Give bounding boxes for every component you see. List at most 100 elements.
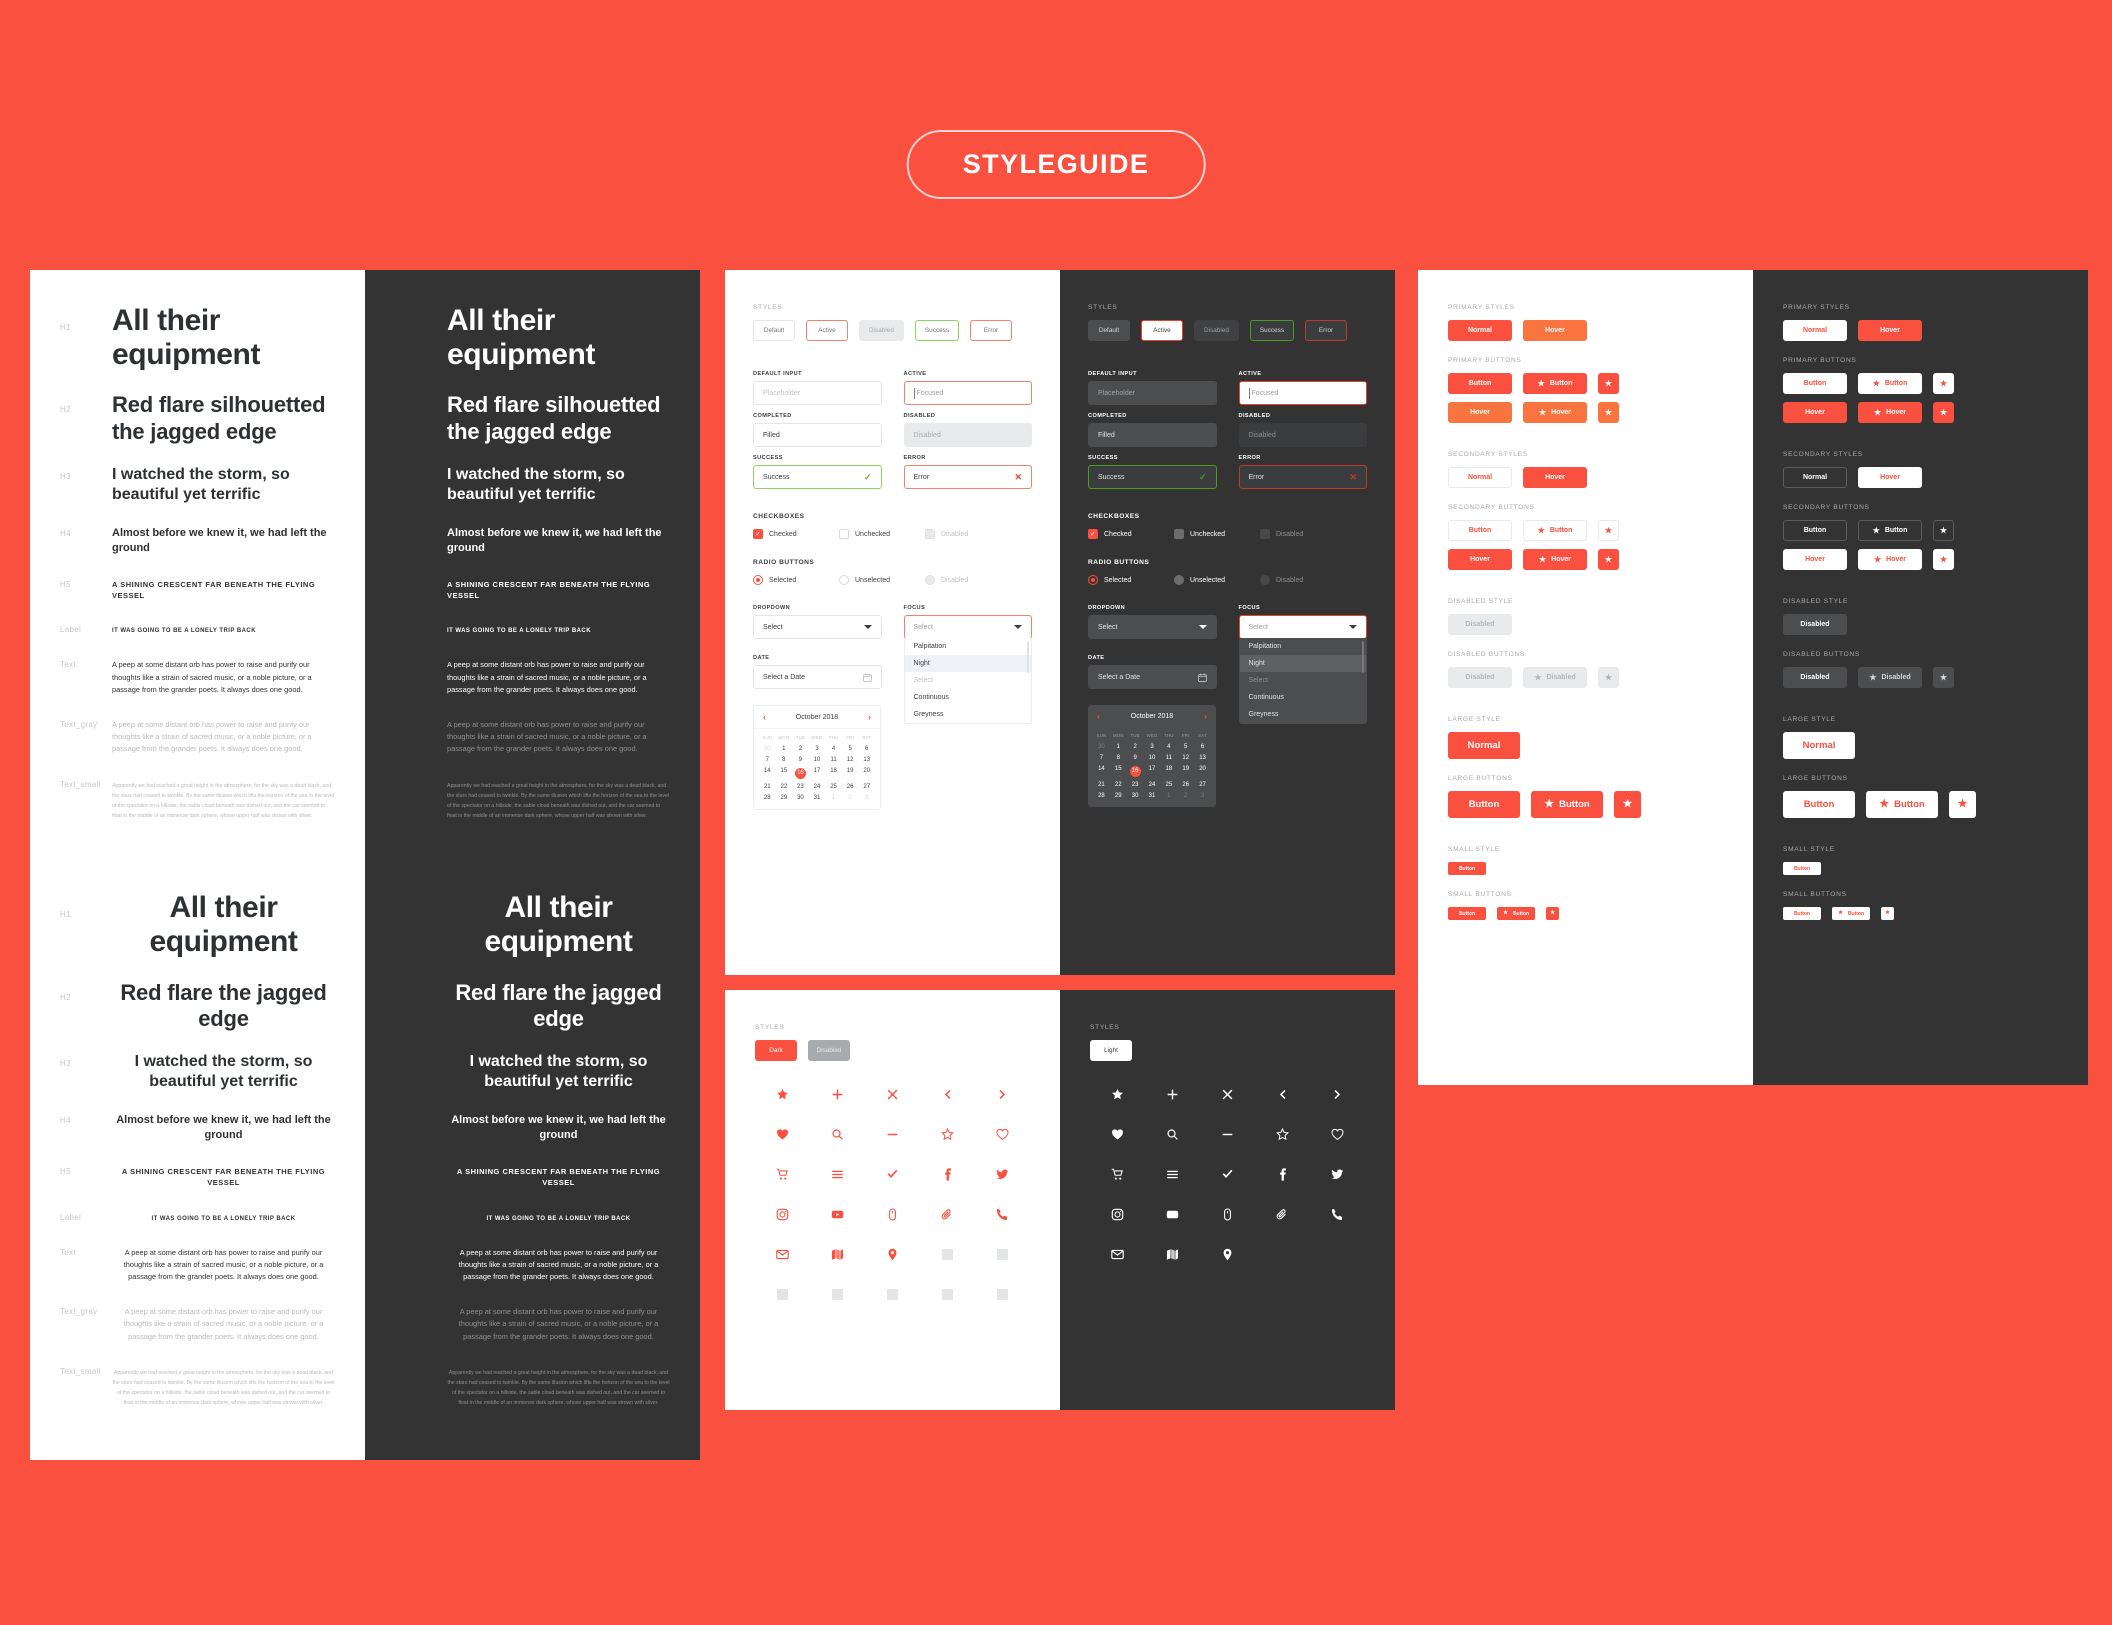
primary-normal-button[interactable]: Normal bbox=[1783, 320, 1847, 341]
search-icon[interactable] bbox=[810, 1127, 865, 1141]
paperclip-icon[interactable] bbox=[1255, 1207, 1310, 1221]
calendar-day[interactable]: 5 bbox=[1177, 741, 1194, 752]
twitter-icon[interactable] bbox=[975, 1167, 1030, 1181]
dropdown-options-list[interactable]: Palpitation Night Select Continuous Greyness bbox=[1238, 638, 1367, 724]
large-normal-button[interactable]: Normal bbox=[1783, 732, 1855, 759]
calendar-day[interactable]: 20 bbox=[858, 765, 875, 781]
calendar-day[interactable]: 17 bbox=[1144, 763, 1161, 779]
focus-dropdown-select[interactable]: Select bbox=[903, 615, 1032, 639]
star-filled-icon[interactable] bbox=[755, 1087, 810, 1101]
large-button-with-star[interactable]: ★ Button bbox=[1531, 791, 1603, 818]
default-input[interactable]: Placeholder bbox=[1088, 381, 1217, 405]
star-filled-icon[interactable] bbox=[1090, 1087, 1145, 1101]
dropdown-option[interactable]: Greyness bbox=[905, 706, 1032, 723]
phone-icon[interactable] bbox=[975, 1207, 1030, 1221]
small-button[interactable]: Button bbox=[1448, 907, 1486, 920]
mouse-icon[interactable] bbox=[1200, 1207, 1255, 1221]
dropdown-option[interactable]: Continuous bbox=[1240, 689, 1367, 706]
calendar-widget[interactable]: ‹ October 2018 › SUN MON TUE WED THU FRI SAT 30… bbox=[1088, 705, 1216, 807]
mail-icon[interactable] bbox=[755, 1247, 810, 1261]
map-icon[interactable] bbox=[810, 1247, 865, 1261]
heart-filled-icon[interactable] bbox=[1090, 1127, 1145, 1141]
large-button-with-star[interactable]: ★ Button bbox=[1866, 791, 1938, 818]
calendar-day[interactable]: 22 bbox=[776, 781, 793, 792]
radio-unselected[interactable]: Unselected bbox=[839, 575, 925, 585]
calendar-day[interactable]: 13 bbox=[858, 754, 875, 765]
secondary-icon-button[interactable]: ★ bbox=[1598, 520, 1619, 541]
secondary-hover-button-with-star[interactable]: ★ Hover bbox=[1523, 549, 1587, 570]
calendar-day[interactable]: 15 bbox=[776, 765, 793, 781]
primary-button-with-star[interactable]: ★ Button bbox=[1523, 373, 1587, 394]
primary-hover-button[interactable]: Hover bbox=[1783, 402, 1847, 423]
chevron-right-icon[interactable] bbox=[975, 1087, 1030, 1101]
chip-error[interactable]: Error bbox=[970, 320, 1013, 341]
large-icon-button[interactable]: ★ bbox=[1949, 791, 1976, 818]
calendar-day[interactable]: 26 bbox=[842, 781, 859, 792]
completed-input[interactable]: Filled bbox=[753, 423, 882, 447]
minus-icon[interactable] bbox=[1200, 1127, 1255, 1141]
large-icon-button[interactable]: ★ bbox=[1614, 791, 1641, 818]
cart-icon[interactable] bbox=[755, 1167, 810, 1181]
calendar-day[interactable]: 26 bbox=[1177, 779, 1194, 790]
radio-unselected[interactable]: Unselected bbox=[1174, 575, 1260, 585]
dropdown-options-list[interactable]: Palpitation Night Select Continuous Greyness bbox=[903, 638, 1032, 724]
primary-hover-button-with-star[interactable]: ★ Hover bbox=[1523, 402, 1587, 423]
chip-active[interactable]: Active bbox=[1141, 320, 1183, 341]
calendar-day[interactable]: 29 bbox=[1110, 790, 1127, 801]
calendar-day[interactable]: 4 bbox=[825, 743, 842, 754]
secondary-hover-button[interactable]: Hover bbox=[1858, 467, 1922, 488]
instagram-icon[interactable] bbox=[755, 1207, 810, 1221]
calendar-day[interactable]: 14 bbox=[1093, 763, 1110, 779]
checkbox-unchecked[interactable]: Unchecked bbox=[1174, 529, 1260, 539]
calendar-prev-icon[interactable]: ‹ bbox=[763, 712, 766, 722]
checkbox-checked[interactable]: ✓ Checked bbox=[1088, 529, 1174, 539]
chip-light[interactable]: Light bbox=[1090, 1040, 1132, 1061]
calendar-widget[interactable]: ‹ October 2018 › SUN MON TUE WED THU FRI SAT 30… bbox=[753, 705, 881, 810]
calendar-day[interactable]: 17 bbox=[809, 765, 826, 781]
chip-error[interactable]: Error bbox=[1305, 320, 1348, 341]
calendar-day[interactable]: 19 bbox=[1177, 763, 1194, 779]
calendar-day[interactable]: 21 bbox=[1093, 779, 1110, 790]
calendar-day[interactable]: 2 bbox=[1127, 741, 1144, 752]
primary-button-with-star[interactable]: ★ Button bbox=[1858, 373, 1922, 394]
secondary-hover-button[interactable]: Hover bbox=[1783, 549, 1847, 570]
chevron-right-icon[interactable] bbox=[1310, 1087, 1365, 1101]
calendar-day[interactable]: 27 bbox=[858, 781, 875, 792]
calendar-day[interactable]: 19 bbox=[842, 765, 859, 781]
calendar-day[interactable]: 23 bbox=[792, 781, 809, 792]
active-input[interactable]: Focused bbox=[1238, 381, 1367, 405]
completed-input[interactable]: Filled bbox=[1088, 423, 1217, 447]
calendar-day[interactable]: 1 bbox=[1160, 790, 1177, 801]
active-input[interactable]: Focused bbox=[903, 381, 1032, 405]
primary-icon-button[interactable]: ★ bbox=[1598, 373, 1619, 394]
small-button-with-star[interactable]: ★ Button bbox=[1497, 907, 1535, 920]
calendar-day[interactable]: 27 bbox=[1194, 779, 1211, 790]
calendar-day[interactable]: 2 bbox=[842, 792, 859, 803]
checkbox-unchecked[interactable]: Unchecked bbox=[839, 529, 925, 539]
small-style-button[interactable]: Button bbox=[1448, 862, 1486, 875]
heart-outline-icon[interactable] bbox=[975, 1127, 1030, 1141]
calendar-day[interactable]: 3 bbox=[1144, 741, 1161, 752]
facebook-icon[interactable] bbox=[1255, 1167, 1310, 1181]
youtube-icon[interactable] bbox=[810, 1207, 865, 1221]
calendar-day[interactable]: 10 bbox=[1144, 752, 1161, 763]
primary-hover-button[interactable]: Hover bbox=[1448, 402, 1512, 423]
calendar-day[interactable]: 28 bbox=[1093, 790, 1110, 801]
small-button-with-star[interactable]: ★ Button bbox=[1832, 907, 1870, 920]
heart-filled-icon[interactable] bbox=[755, 1127, 810, 1141]
dropdown-option[interactable]: Palpitation bbox=[905, 638, 1032, 655]
secondary-button[interactable]: Button bbox=[1783, 520, 1847, 541]
secondary-hover-button-with-star[interactable]: ★ Hover bbox=[1858, 549, 1922, 570]
secondary-button-with-star[interactable]: ★ Button bbox=[1858, 520, 1922, 541]
mail-icon[interactable] bbox=[1090, 1247, 1145, 1261]
small-icon-button[interactable]: ★ bbox=[1881, 907, 1894, 920]
dropdown-scrollbar[interactable] bbox=[1362, 641, 1364, 673]
star-outline-icon[interactable] bbox=[920, 1127, 975, 1141]
calendar-day[interactable]: 13 bbox=[1194, 752, 1211, 763]
calendar-prev-icon[interactable]: ‹ bbox=[1097, 711, 1100, 721]
calendar-day[interactable]: 30 bbox=[792, 792, 809, 803]
checkbox-checked[interactable]: ✓ Checked bbox=[753, 529, 839, 539]
calendar-day[interactable]: 20 bbox=[1194, 763, 1211, 779]
success-input[interactable]: Success ✓ bbox=[753, 465, 882, 489]
calendar-day[interactable]: 30 bbox=[759, 743, 776, 754]
